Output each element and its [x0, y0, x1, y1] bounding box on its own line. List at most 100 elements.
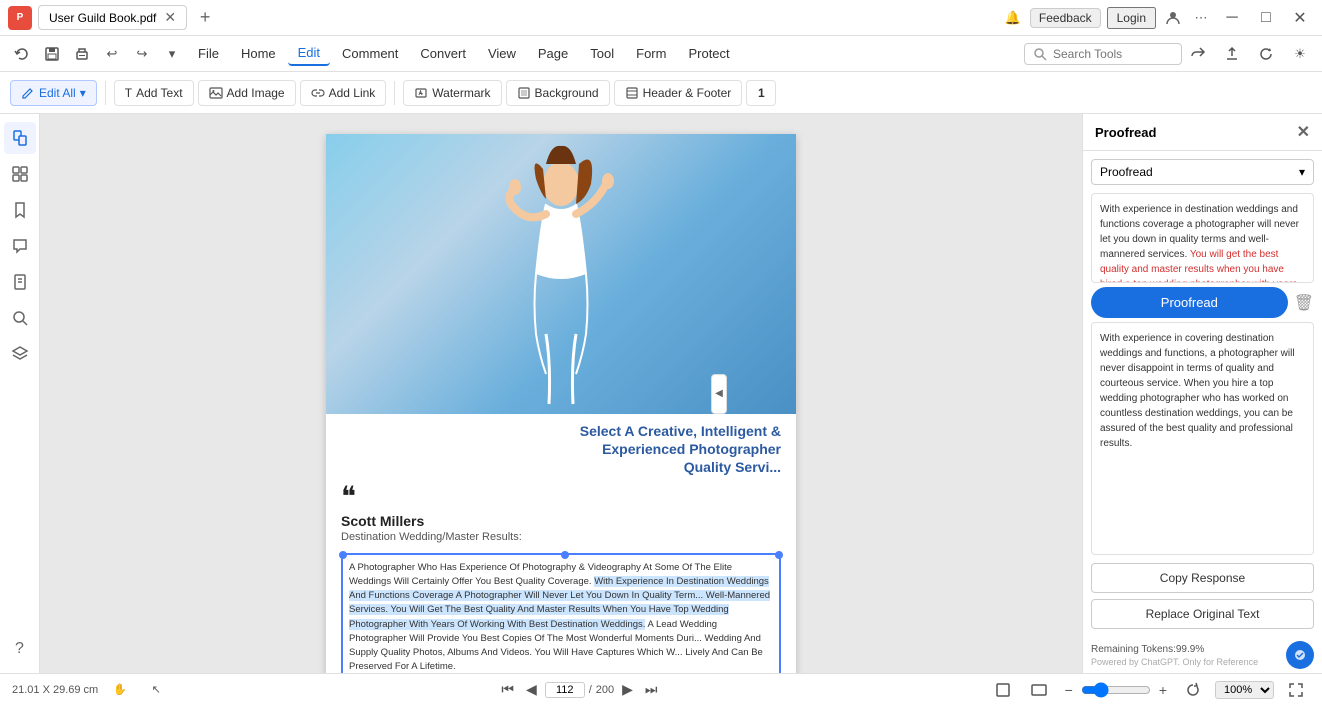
menu-file[interactable]: File — [188, 42, 229, 65]
notification-icon[interactable]: 🔔 — [1002, 7, 1024, 29]
watermark-icon — [414, 86, 428, 100]
copy-response-button[interactable]: Copy Response — [1091, 563, 1314, 593]
search-tools-box[interactable] — [1024, 43, 1182, 65]
tab-close-icon[interactable]: ✕ — [164, 9, 176, 26]
last-page-button[interactable]: ⏭ — [641, 679, 662, 700]
menu-edit[interactable]: Edit — [288, 41, 330, 66]
page-number-btn[interactable]: 1 — [746, 80, 776, 106]
new-tab-button[interactable]: + — [193, 6, 217, 30]
sidebar-item-layers[interactable] — [4, 338, 36, 370]
add-link-button[interactable]: Add Link — [300, 80, 387, 106]
app-icon: P — [8, 6, 32, 30]
pdf-heading-area: Select A Creative, Intelligent & Experie… — [326, 414, 796, 477]
share-icon[interactable] — [1184, 40, 1212, 68]
maximize-button[interactable]: □ — [1252, 4, 1280, 32]
redo-btn[interactable]: ↪ — [128, 40, 156, 68]
current-page-input[interactable] — [545, 682, 585, 698]
zoom-out-button[interactable]: − — [1061, 680, 1077, 700]
login-button[interactable]: Login — [1107, 7, 1156, 29]
pan-tool-icon[interactable]: ✋ — [106, 676, 134, 704]
tab-title: User Guild Book.pdf — [49, 11, 156, 25]
ai-icon-button[interactable] — [1286, 641, 1314, 669]
select-tool-icon[interactable]: ↖ — [142, 676, 170, 704]
undo-btn[interactable]: ↩ — [98, 40, 126, 68]
pdf-area: ◀ — [40, 114, 1082, 673]
background-button[interactable]: Background — [506, 80, 610, 106]
first-page-button[interactable]: ⏮ — [497, 679, 518, 700]
search-input[interactable] — [1053, 47, 1173, 61]
fit-page-icon[interactable] — [989, 676, 1017, 704]
pdf-image — [326, 134, 796, 414]
sidebar-item-pages[interactable] — [4, 122, 36, 154]
sidebar-item-comments[interactable] — [4, 230, 36, 262]
proofread-button[interactable]: Proofread — [1091, 287, 1288, 318]
pdf-image-background — [326, 134, 796, 414]
header-footer-icon — [625, 86, 639, 100]
replace-original-button[interactable]: Replace Original Text — [1091, 599, 1314, 629]
result-text: With experience in covering destination … — [1100, 333, 1295, 449]
delete-button[interactable]: 🗑 — [1294, 293, 1314, 313]
left-sidebar: ? — [0, 114, 40, 673]
page-navigation: ⏮ ◀ / 200 ▶ ⏭ — [497, 679, 661, 700]
upload-icon[interactable] — [1218, 40, 1246, 68]
next-page-button[interactable]: ▶ — [618, 679, 637, 700]
sidebar-item-bookmarks[interactable] — [4, 194, 36, 226]
sidebar-item-attachments[interactable] — [4, 266, 36, 298]
header-footer-button[interactable]: Header & Footer — [614, 80, 743, 106]
refresh-icon[interactable] — [1252, 40, 1280, 68]
search-icon — [1033, 47, 1047, 61]
menu-page[interactable]: Page — [528, 42, 578, 65]
collapse-panel-button[interactable]: ◀ — [711, 374, 727, 414]
close-button[interactable]: ✕ — [1286, 4, 1314, 32]
rotate-left-icon[interactable] — [1179, 676, 1207, 704]
dropdown-btn[interactable]: ▾ — [158, 40, 186, 68]
sidebar-item-search[interactable] — [4, 302, 36, 334]
zoom-slider[interactable] — [1081, 682, 1151, 698]
sun-icon[interactable]: ☀ — [1286, 40, 1314, 68]
menu-form[interactable]: Form — [626, 42, 676, 65]
pdf-quote-area: ❝ Scott Millers Destination Wedding/Mast… — [326, 477, 796, 549]
sidebar-item-thumbnails[interactable] — [4, 158, 36, 190]
menu-home[interactable]: Home — [231, 42, 286, 65]
prev-page-button[interactable]: ◀ — [522, 679, 541, 700]
more-options-icon[interactable]: ⋯ — [1190, 7, 1212, 29]
tokens-info: Remaining Tokens:99.9% Powered by ChatGP… — [1091, 644, 1258, 667]
total-pages: 200 — [596, 684, 614, 696]
selected-text-block[interactable]: A Photographer Who Has Experience Of Pho… — [341, 553, 781, 673]
menu-view[interactable]: View — [478, 42, 526, 65]
page-separator: / — [589, 684, 592, 696]
edit-icon — [21, 86, 35, 100]
zoom-select[interactable]: 100% 75% 150% 200% — [1215, 681, 1274, 699]
user-icon[interactable] — [1162, 7, 1184, 29]
save-icon[interactable] — [38, 40, 66, 68]
menu-convert[interactable]: Convert — [410, 42, 476, 65]
menu-protect[interactable]: Protect — [678, 42, 739, 65]
proofread-select[interactable]: Proofread ▾ — [1091, 159, 1314, 185]
pdf-tab[interactable]: User Guild Book.pdf ✕ — [38, 5, 187, 30]
original-text-box: With experience in destination weddings … — [1091, 193, 1314, 283]
minimize-button[interactable]: ─ — [1218, 4, 1246, 32]
print-icon[interactable] — [68, 40, 96, 68]
watermark-button[interactable]: Watermark — [403, 80, 501, 106]
add-text-button[interactable]: T Add Text — [114, 80, 194, 106]
subtitle-text: Destination Wedding/Master Results: — [341, 531, 781, 543]
menu-tool[interactable]: Tool — [580, 42, 624, 65]
undo-icon[interactable] — [8, 40, 36, 68]
zoom-in-button[interactable]: + — [1155, 680, 1171, 700]
panel-close-button[interactable]: ✕ — [1297, 122, 1310, 142]
edit-all-button[interactable]: Edit All ▾ — [10, 80, 97, 106]
menu-comment[interactable]: Comment — [332, 42, 408, 65]
title-bar: P User Guild Book.pdf ✕ + 🔔 Feedback Log… — [0, 0, 1322, 36]
result-text-box: With experience in covering destination … — [1091, 322, 1314, 555]
zoom-control: − + — [1061, 680, 1171, 700]
edit-toolbar: Edit All ▾ T Add Text Add Image Add Link… — [0, 72, 1322, 114]
background-icon — [517, 86, 531, 100]
fullscreen-icon[interactable] — [1282, 676, 1310, 704]
panel-header: Proofread ✕ — [1083, 114, 1322, 151]
feedback-button[interactable]: Feedback — [1030, 8, 1101, 28]
add-image-button[interactable]: Add Image — [198, 80, 296, 106]
divider-2 — [394, 81, 395, 105]
fit-width-icon[interactable] — [1025, 676, 1053, 704]
select-chevron: ▾ — [1299, 165, 1305, 179]
help-icon[interactable]: ? — [4, 633, 36, 665]
